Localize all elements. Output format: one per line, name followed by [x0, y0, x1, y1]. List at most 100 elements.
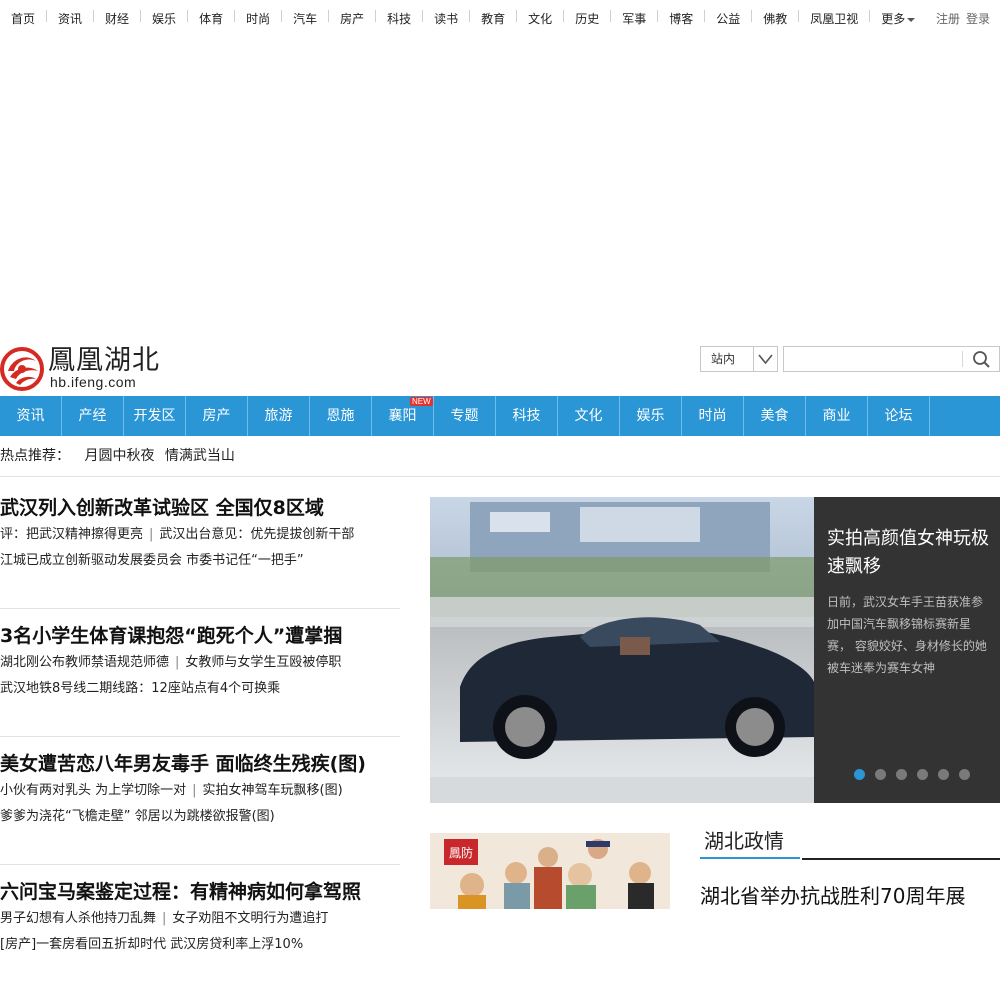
slideshow-dots: [854, 769, 970, 780]
top-nav-item[interactable]: 军事: [611, 10, 657, 28]
top-nav-label: 读书: [434, 12, 459, 26]
top-nav-label: 财经: [105, 12, 130, 26]
top-nav-item[interactable]: 时尚: [235, 10, 281, 28]
news-link[interactable]: 女子劝阻不文明行为遭追打: [172, 911, 328, 926]
top-nav-item[interactable]: 财经: [94, 10, 140, 28]
slideshow-dot[interactable]: [854, 769, 865, 780]
channel-label: 恩施: [326, 408, 355, 424]
top-nav-items: 首页 资讯 财经 娱乐 体育 时尚 汽车 房产 科技 读书 教育 文化 历史 军事 博客 公益 佛教 凤凰卫视 更多: [0, 10, 916, 28]
top-nav-item[interactable]: 公益: [705, 10, 751, 28]
top-nav-item[interactable]: 科技: [376, 10, 422, 28]
headline-title[interactable]: 3名小学生体育课抱怨“跑死个人”遭掌掴: [0, 625, 342, 647]
news-link[interactable]: 男子幻想有人杀他持刀乱舞: [0, 911, 156, 926]
headline-title[interactable]: 武汉列入创新改革试验区 全国仅8区域: [0, 497, 324, 519]
channel-label: 产经: [78, 408, 107, 424]
top-nav-item[interactable]: 资讯: [47, 10, 93, 28]
top-nav-item[interactable]: 房产: [329, 10, 375, 28]
headline-title[interactable]: 六问宝马案鉴定过程：有精神病如何拿驾照: [0, 881, 361, 903]
news-link[interactable]: 评：把武汉精神擦得更亮: [0, 527, 143, 542]
headline-subline: [房产]一套房看回五折却时代 武汉房贷利率上浮10%: [0, 932, 400, 958]
headline-title[interactable]: 美女遭苦恋八年男友毒手 面临终生残疾(图): [0, 753, 366, 775]
channel-tab[interactable]: 娱乐: [620, 396, 682, 436]
separator: |: [162, 911, 167, 926]
more-label: 更多: [881, 12, 906, 26]
channel-tab[interactable]: 开发区: [124, 396, 186, 436]
channel-tab[interactable]: 专题: [434, 396, 496, 436]
channel-label: 房产: [202, 408, 231, 424]
news-link[interactable]: 江城已成立创新驱动发展委员会 市委书记任“一把手”: [0, 553, 304, 568]
hot-item[interactable]: 情满武当山: [165, 448, 235, 464]
slideshow-caption: 实拍高颜值女神玩极速飘移 日前，武汉女车手王苗获准参加中国汽车飘移锦标赛新星赛，…: [814, 497, 1000, 803]
channel-tab[interactable]: 旅游: [248, 396, 310, 436]
logo-domain: hb.ifeng.com: [50, 374, 137, 390]
channel-tab[interactable]: 商业: [806, 396, 868, 436]
channel-tab[interactable]: 科技: [496, 396, 558, 436]
more-menu[interactable]: 更多: [870, 10, 916, 28]
search-scope-label: 站内: [711, 352, 736, 366]
top-nav-label: 教育: [481, 12, 506, 26]
chevron-down-icon: [753, 347, 777, 371]
channel-tab[interactable]: 美食: [744, 396, 806, 436]
slideshow-dot[interactable]: [896, 769, 907, 780]
feature-thumbnail[interactable]: 鳳防: [430, 833, 670, 909]
news-link[interactable]: [房产]一套房看回五折却时代 武汉房贷利率上浮10%: [0, 937, 303, 952]
headline-block: 美女遭苦恋八年男友毒手 面临终生残疾(图) 小伙有两对乳头 为上学切除一对 | 实拍…: [0, 737, 400, 865]
hot-item[interactable]: 月圆中秋夜: [84, 448, 154, 464]
channel-tab[interactable]: 恩施: [310, 396, 372, 436]
slideshow-dot[interactable]: [875, 769, 886, 780]
news-link[interactable]: 武汉地铁8号线二期线路：12座站点有4个可换乘: [0, 681, 280, 696]
channel-nav-row: 资讯 产经 开发区 房产 旅游 恩施 襄阳 NEW 专题 科技 文化 娱乐 时尚 美食 商业 论坛: [0, 396, 1000, 436]
top-nav-item[interactable]: 体育: [188, 10, 234, 28]
slideshow-dot[interactable]: [938, 769, 949, 780]
news-link[interactable]: 爹爹为浇花“飞檐走壁” 邻居以为跳楼欲报警(图): [0, 809, 275, 824]
headline-subline: 评：把武汉精神擦得更亮 | 武汉出台意见：优先提拔创新干部: [0, 522, 400, 548]
search-icon[interactable]: [968, 349, 996, 369]
search-input[interactable]: [786, 349, 962, 369]
top-nav-label: 房产: [340, 12, 365, 26]
headline-block: 武汉列入创新改革试验区 全国仅8区域 评：把武汉精神擦得更亮 | 武汉出台意见：优先…: [0, 494, 400, 609]
news-link[interactable]: 湖北刚公布教师禁语规范师德: [0, 655, 169, 670]
channel-tab[interactable]: 时尚: [682, 396, 744, 436]
channel-label: 美食: [760, 408, 789, 424]
slideshow-dot[interactable]: [959, 769, 970, 780]
channel-tab[interactable]: 论坛: [868, 396, 930, 436]
slideshow-dot[interactable]: [917, 769, 928, 780]
site-logo[interactable]: 鳳凰湖北 hb.ifeng.com: [0, 345, 170, 391]
channel-tab[interactable]: 襄阳 NEW: [372, 396, 434, 436]
channel-label: 开发区: [133, 408, 176, 424]
channel-tab[interactable]: 产经: [62, 396, 124, 436]
top-nav-item[interactable]: 教育: [470, 10, 516, 28]
channel-label: 资讯: [16, 408, 45, 424]
top-nav-item[interactable]: 读书: [423, 10, 469, 28]
news-link[interactable]: 武汉出台意见：优先提拔创新干部: [159, 527, 354, 542]
news-link[interactable]: 小伙有两对乳头 为上学切除一对: [0, 783, 186, 798]
top-nav-label: 军事: [622, 12, 647, 26]
slideshow-photo[interactable]: [430, 497, 814, 803]
channel-tab[interactable]: 资讯: [0, 396, 62, 436]
top-nav-item[interactable]: 博客: [658, 10, 704, 28]
top-nav-item[interactable]: 凤凰卫视: [799, 10, 869, 28]
slideshow-title[interactable]: 实拍高颜值女神玩极速飘移: [827, 525, 989, 581]
news-link[interactable]: 女教师与女学生互殴被停职: [185, 655, 341, 670]
channel-tab[interactable]: 文化: [558, 396, 620, 436]
news-link[interactable]: 实拍女神驾车玩飘移(图): [203, 783, 343, 798]
top-nav-item[interactable]: 佛教: [752, 10, 798, 28]
channel-tab[interactable]: 房产: [186, 396, 248, 436]
top-nav-item[interactable]: 汽车: [282, 10, 328, 28]
top-nav-label: 博客: [669, 12, 694, 26]
search-scope-select[interactable]: 站内: [700, 346, 778, 372]
user-links: 注册 登录: [936, 10, 990, 28]
top-nav-item[interactable]: 首页: [0, 10, 46, 28]
channel-label: 论坛: [884, 408, 913, 424]
section-rule: [802, 858, 1000, 860]
register-link[interactable]: 注册: [936, 10, 960, 28]
top-nav-item[interactable]: 文化: [517, 10, 563, 28]
login-link[interactable]: 登录: [966, 10, 990, 28]
top-nav-item[interactable]: 娱乐: [141, 10, 187, 28]
headline-subline: 小伙有两对乳头 为上学切除一对 | 实拍女神驾车玩飘移(图): [0, 778, 400, 804]
tab-hubei-politics[interactable]: 湖北政情: [700, 826, 788, 856]
channel-nav: 资讯 产经 开发区 房产 旅游 恩施 襄阳 NEW 专题 科技 文化 娱乐 时尚 美食 商业 论坛: [0, 396, 1000, 436]
top-nav-item[interactable]: 历史: [564, 10, 610, 28]
politics-headline[interactable]: 湖北省举办抗战胜利70周年展: [700, 882, 965, 910]
photo-slideshow: 实拍高颜值女神玩极速飘移 日前，武汉女车手王苗获准参加中国汽车飘移锦标赛新星赛，…: [430, 497, 1000, 803]
